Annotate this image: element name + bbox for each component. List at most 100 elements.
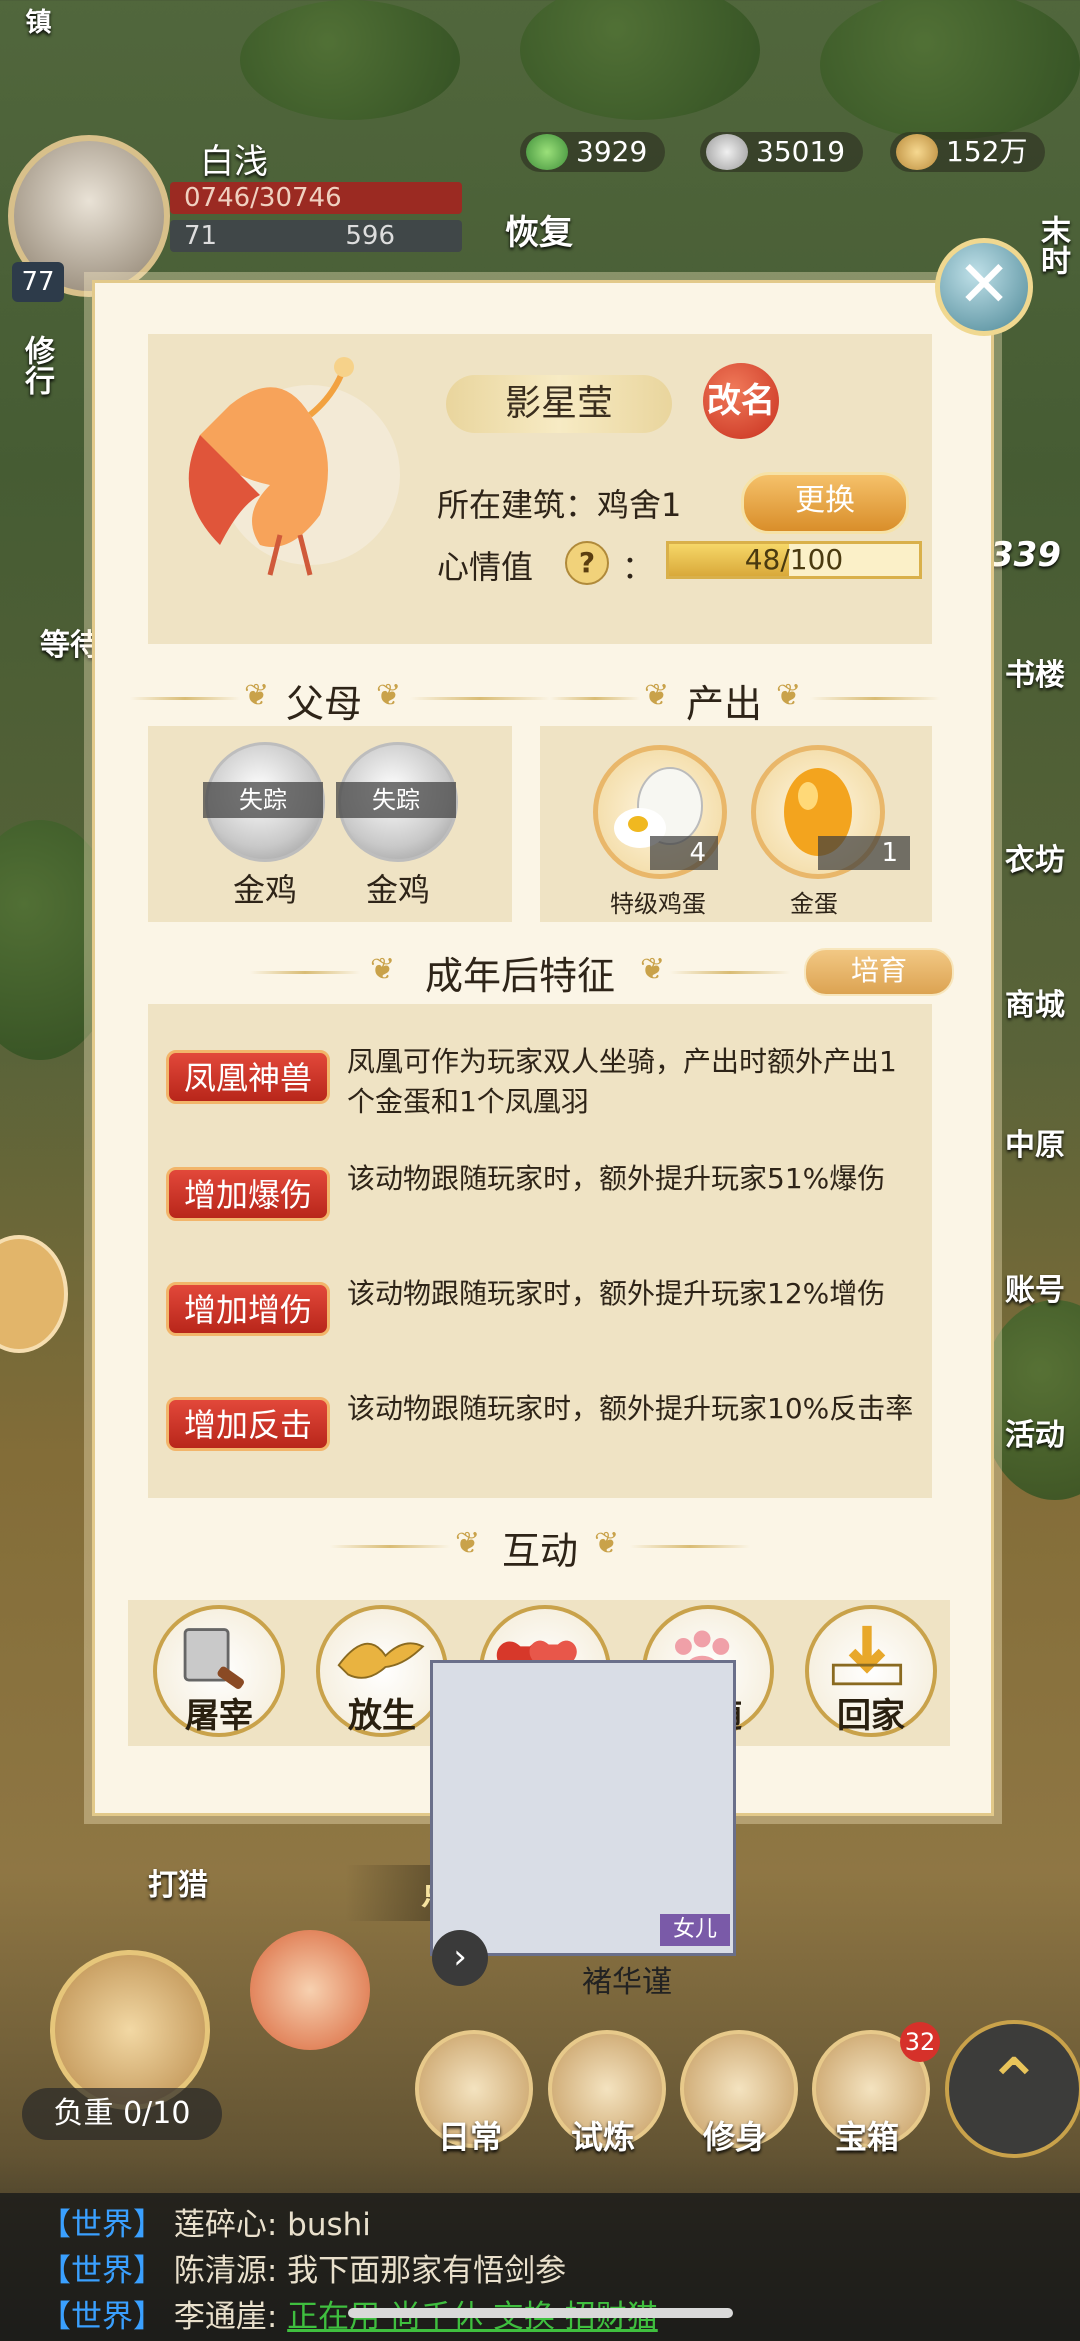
phoenix-pet-image [188, 357, 400, 576]
divider [410, 697, 550, 700]
divider [130, 697, 240, 700]
premium-egg-count: 4 [650, 836, 718, 870]
chat-text: 陈清源: 我下面那家有悟剑参 [173, 2253, 567, 2289]
traits-title: 成年后特征 [424, 954, 615, 998]
ornament-icon: ❦ [644, 678, 670, 713]
currency-jade[interactable]: 3929 [520, 132, 666, 172]
mp-left-value: 71 [184, 221, 218, 251]
divider [670, 971, 790, 974]
ornament-icon: ❦ [455, 1526, 481, 1561]
help-icon[interactable]: ? [565, 541, 609, 585]
ornament-icon: ❦ [594, 1526, 620, 1561]
level-badge: 77 [12, 262, 64, 302]
trait-tag-phoenix: 凤凰神兽 [166, 1050, 330, 1104]
cultivation-label: 修身 [702, 2118, 767, 2156]
chat-channel: 【世界】 [40, 2207, 164, 2243]
treasure-badge: 32 [900, 2022, 940, 2062]
slaughter-button[interactable]: 屠宰 [153, 1605, 285, 1737]
mood-progress-bar: 48/100 [666, 541, 922, 579]
pet-name-plate: 影星莹 [446, 375, 672, 433]
menu-event[interactable]: 活动 [1005, 1410, 1065, 1454]
coin-icon [896, 134, 938, 170]
mood-colon: ： [622, 548, 655, 586]
slaughter-label: 屠宰 [185, 1696, 253, 1736]
hp-bar: 0746/30746 [170, 182, 462, 214]
menu-account[interactable]: 账号 [1005, 1265, 1065, 1309]
ornament-icon: ❦ [640, 952, 666, 987]
treasure-chest-label: 宝箱 [834, 2118, 899, 2156]
premium-egg-name: 特级鸡蛋 [610, 890, 706, 918]
mp-bar: 71 596 [170, 220, 462, 252]
ornament-icon: ❦ [376, 678, 402, 713]
phoenix-mount-icon[interactable] [250, 1930, 370, 2050]
parent-1-name: 金鸡 [232, 871, 297, 909]
parent-2-status: 失踪 [336, 782, 456, 818]
jade-icon [526, 134, 568, 170]
output-title: 产出 [685, 682, 762, 726]
breed-button[interactable]: 培育 [804, 948, 954, 996]
ornament-icon: ❦ [370, 952, 396, 987]
npc-name: 褚华谨 [582, 1965, 672, 2000]
trait-tag-crit-damage: 增加爆伤 [166, 1167, 330, 1221]
expand-menu-icon[interactable]: ⌃ [945, 2020, 1080, 2158]
trait-desc-phoenix: 凤凰可作为玩家双人坐骑，产出时额外产出1个金蛋和1个凤凰羽 [347, 1045, 897, 1118]
parents-title: 父母 [285, 682, 362, 726]
divider [330, 1545, 450, 1548]
npc-portrait[interactable] [430, 1660, 736, 1956]
menu-shop[interactable]: 商城 [1005, 980, 1065, 1024]
load-capacity: 负重 0/10 [22, 2088, 222, 2140]
chat-text: 莲碎心: bushi [173, 2207, 371, 2243]
chat-channel: 【世界】 [40, 2253, 164, 2289]
right-number: 339 [990, 535, 1061, 575]
hunt-button[interactable]: 打猎 [148, 1860, 208, 1904]
daily-label: 日常 [437, 2118, 502, 2156]
cart-button[interactable] [50, 1950, 210, 2110]
trait-desc-damage-boost: 该动物跟随玩家时，额外提升玩家12%增伤 [347, 1277, 886, 1310]
close-button[interactable]: ✕ [935, 238, 1033, 336]
home-indicator[interactable] [348, 2308, 733, 2318]
release-button[interactable]: 放生 [316, 1605, 448, 1737]
mp-right-value: 596 [345, 221, 395, 251]
cultivate-button[interactable]: 修行 [14, 335, 58, 395]
recover-button[interactable]: 恢复 [505, 205, 573, 254]
currency-coins[interactable]: 152万 [890, 132, 1046, 172]
ornament-icon: ❦ [244, 678, 270, 713]
menu-library[interactable]: 书楼 [1005, 650, 1065, 694]
currency-jade-value: 3929 [576, 135, 648, 168]
silver-ingot-icon [706, 134, 748, 170]
golden-egg-count: 1 [818, 836, 910, 870]
trial-label: 试炼 [570, 2118, 635, 2156]
menu-central-plains[interactable]: 中原 [1005, 1120, 1065, 1164]
town-marker: 镇 [21, 8, 51, 34]
menu-tailor[interactable]: 衣坊 [1005, 835, 1065, 879]
rename-button[interactable]: 改名 [703, 363, 779, 439]
parent-1-status: 失踪 [203, 782, 323, 818]
ornament-icon: ❦ [776, 678, 802, 713]
divider [250, 971, 360, 974]
trait-tag-counter: 增加反击 [166, 1397, 330, 1451]
currency-silver[interactable]: 35019 [700, 132, 864, 172]
divider [630, 1545, 750, 1548]
time-indicator: 末时 [1035, 215, 1070, 275]
waiting-label: 等待 [40, 628, 100, 663]
mood-label: 心情值 [437, 548, 534, 586]
trait-desc-counter: 该动物跟随玩家时，额外提升玩家10%反击率 [347, 1392, 914, 1425]
parent-2-name: 金鸡 [365, 871, 430, 909]
mood-progress-text: 48/100 [744, 543, 844, 576]
chat-line: 【世界】 陈清源: 我下面那家有悟剑参 [40, 2245, 566, 2290]
currency-silver-value: 35019 [756, 135, 846, 168]
chat-text: 李通崖: [173, 2299, 288, 2335]
trait-tag-damage-boost: 增加增伤 [166, 1282, 330, 1336]
world-chat[interactable]: 【世界】 莲碎心: bushi 【世界】 陈清源: 我下面那家有悟剑参 【世界】… [0, 2193, 1080, 2341]
swap-building-button[interactable]: 更换 [741, 472, 909, 534]
golden-egg-name: 金蛋 [790, 890, 838, 918]
npc-relation-tag: 女儿 [660, 1914, 730, 1946]
divider [550, 697, 640, 700]
chat-channel: 【世界】 [40, 2299, 164, 2335]
building-label: 所在建筑：鸡舍1 [437, 486, 682, 524]
go-home-label: 回家 [837, 1696, 905, 1736]
next-arrow-icon[interactable]: › [432, 1930, 488, 1986]
go-home-button[interactable]: 回家 [805, 1605, 937, 1737]
interact-title: 互动 [501, 1529, 578, 1573]
trait-desc-crit-damage: 该动物跟随玩家时，额外提升玩家51%爆伤 [347, 1162, 886, 1195]
